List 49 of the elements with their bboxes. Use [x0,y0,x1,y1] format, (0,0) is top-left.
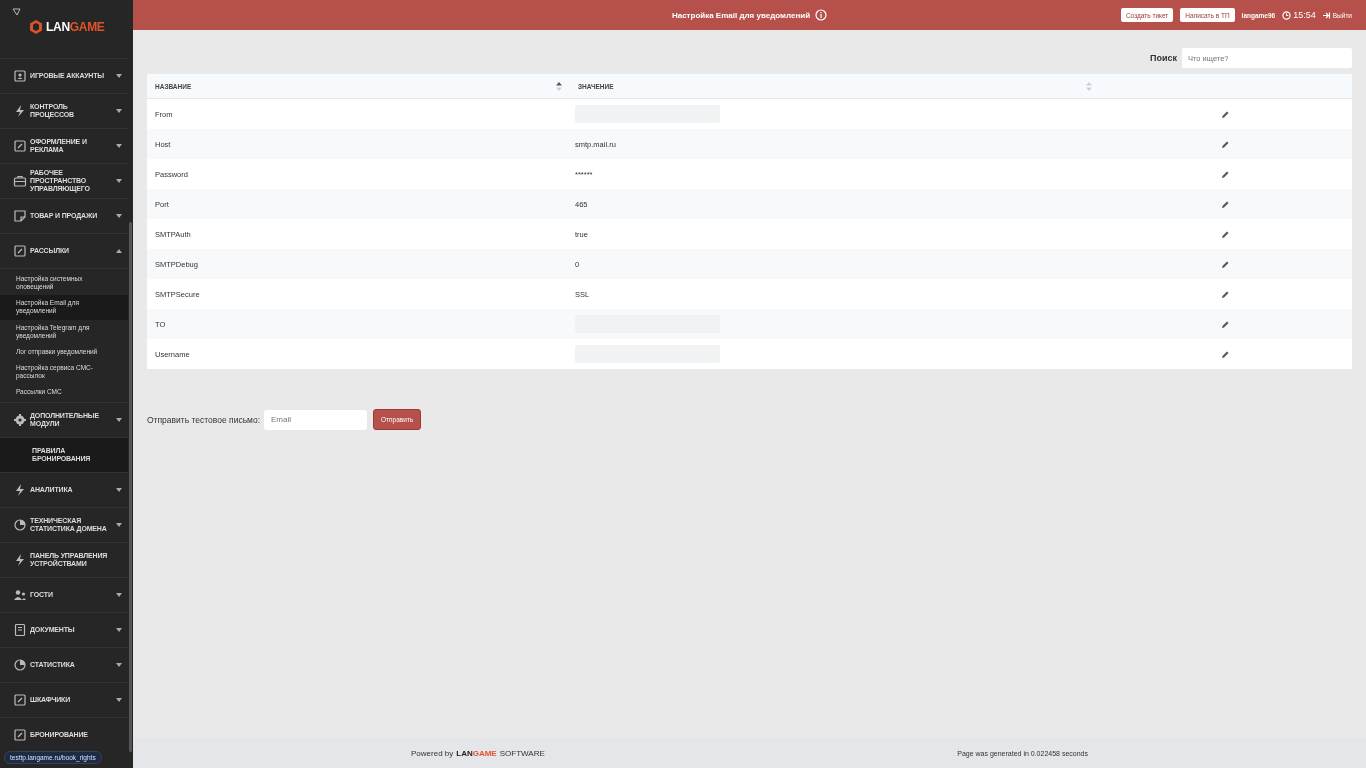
test-mail-label: Отправить тестовое письмо: [147,414,260,425]
caret-icon [116,179,122,183]
logo-icon [30,20,42,34]
settings-icon [13,413,27,428]
users-icon [13,588,27,603]
search-label: Поиск [1150,53,1177,63]
caret-icon [116,249,122,253]
briefcase-icon [13,174,27,188]
caret-icon [116,488,122,493]
software-text: SOFTWARE [499,748,545,758]
brand-logo: LANGAME [456,748,497,758]
note-icon [13,209,27,223]
time-text: 15:54 [1293,10,1316,20]
account-icon [13,69,27,83]
edit-icon [13,244,27,258]
caret-icon [116,418,122,423]
edit-icon[interactable] [1222,170,1229,178]
edit-icon[interactable] [1222,260,1229,268]
edit-icon [13,693,27,708]
logo-text: LANGAME [46,20,105,34]
caret-icon [116,109,122,113]
caret-icon [116,628,122,633]
edit-icon[interactable] [1222,320,1229,328]
document-icon [13,623,27,638]
info-icon[interactable] [815,9,828,21]
edit-icon[interactable] [1222,290,1229,298]
caret-icon [116,698,122,703]
edit-icon [13,139,27,153]
edit-icon[interactable] [1222,350,1229,358]
pie-chart-icon [13,658,27,673]
edit-icon [13,728,27,743]
page-title: Настройка Email для уведомлений [671,10,811,20]
clock-icon [1282,10,1292,20]
caret-icon [116,144,122,148]
edit-icon[interactable] [1222,110,1229,118]
powered-by-text: Powered by [411,748,454,758]
lightning-icon [13,104,27,118]
caret-icon [116,663,122,668]
pie-chart-icon [13,518,27,533]
caret-icon [116,74,122,78]
edit-icon[interactable] [1222,140,1229,148]
logout-icon [1322,11,1331,19]
caret-icon [116,593,122,598]
caret-icon [116,523,122,528]
edit-icon[interactable] [1222,230,1229,238]
edit-icon[interactable] [1222,200,1229,208]
email-field[interactable]: Email [264,409,367,430]
scrollbar[interactable] [129,222,132,752]
caret-icon [116,214,122,218]
